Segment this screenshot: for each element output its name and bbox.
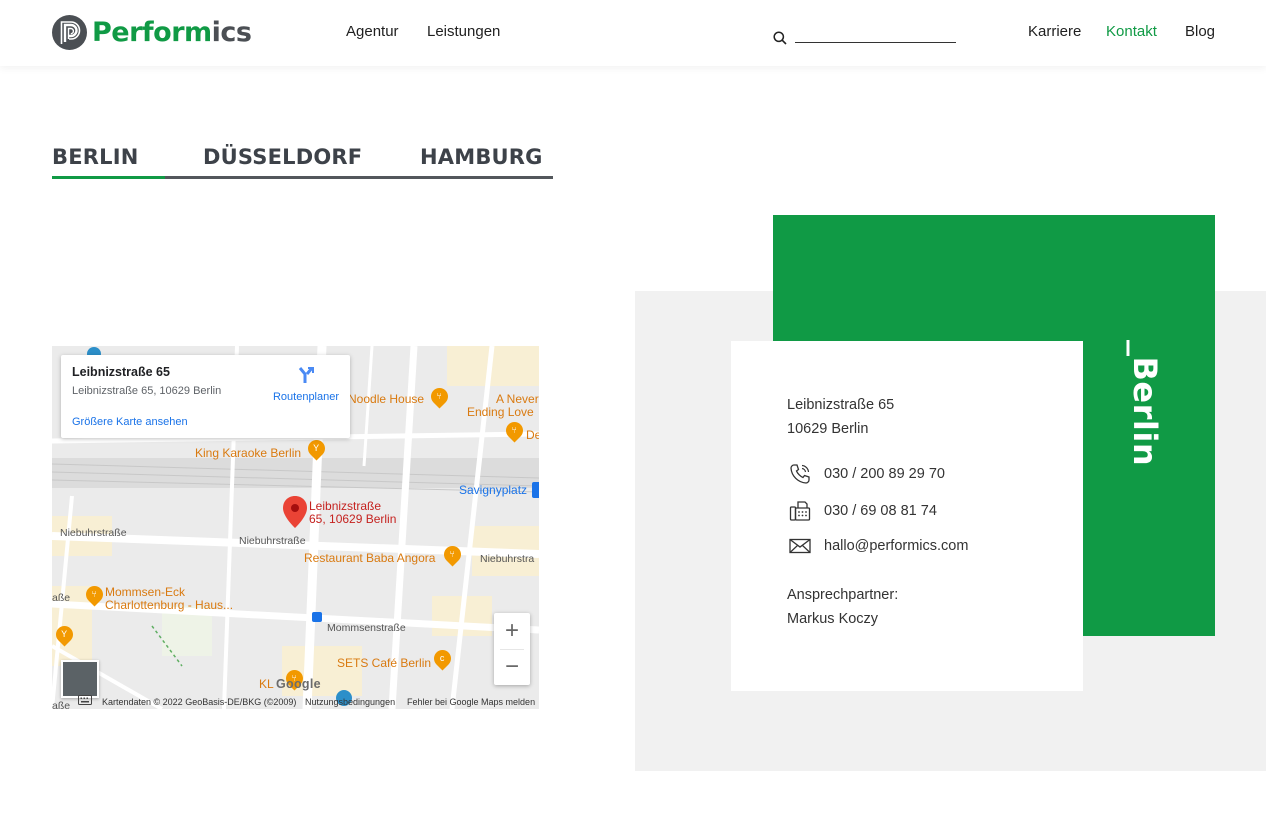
logo-mark-icon [52, 15, 87, 50]
contact-person-name: Markus Koczy [787, 611, 879, 627]
terms-link[interactable]: Nutzungsbedingungen [305, 697, 395, 707]
street-mommsenstrasse: Mommsenstraße [327, 622, 406, 634]
street-niebuhrstrasse-3: Niebuhrstra [480, 553, 535, 565]
poi-noodle-house[interactable]: Noodle House [348, 392, 424, 406]
nav-karriere[interactable]: Karriere [1028, 23, 1081, 40]
transit-savignyplatz[interactable]: Savignyplatz [459, 483, 527, 497]
contact-card: Leibnizstraße 65 10629 Berlin 030 / 200 … [731, 341, 1083, 691]
poi-sets-cafe[interactable]: SETS Café Berlin [337, 656, 431, 670]
fax-icon [787, 498, 813, 524]
route-planner-button[interactable]: Routenplaner [266, 366, 346, 403]
marker-label-line2: 65, 10629 Berlin [309, 512, 397, 526]
nav-agentur[interactable]: Agentur [346, 23, 399, 40]
mail-icon [787, 533, 813, 559]
street-niebuhrstrasse-2: Niebuhrstraße [239, 535, 306, 547]
contact-person: Ansprechpartner: Markus Koczy [787, 583, 898, 631]
poi-mommsen-eck[interactable]: Mommsen-Eck [105, 585, 185, 599]
route-planner-label: Routenplaner [272, 391, 340, 403]
fax-number: 030 / 69 08 81 74 [824, 503, 937, 519]
zoom-out-button[interactable]: − [494, 649, 530, 685]
map-footer: Kartendaten © 2022 GeoBasis-DE/BKG (©200… [52, 694, 539, 709]
directions-icon [298, 367, 314, 383]
info-card-address: Leibnizstraße 65, 10629 Berlin [72, 385, 222, 397]
street-niebuhrstrasse: Niebuhrstraße [60, 527, 127, 539]
nav-blog[interactable]: Blog [1185, 23, 1215, 40]
site-header: Performics Agentur Leistungen Karriere K… [0, 0, 1266, 66]
nav-leistungen[interactable]: Leistungen [427, 23, 500, 40]
email-row[interactable]: hallo@performics.com [787, 533, 968, 559]
poi-king-karaoke[interactable]: King Karaoke Berlin [195, 446, 301, 460]
map-attribution: Kartendaten © 2022 GeoBasis-DE/BKG (©200… [102, 697, 297, 707]
performics-logo[interactable]: Performics [52, 15, 252, 50]
poi-mommsen-eck-2[interactable]: Charlottenburg - Haus... [105, 598, 233, 612]
tab-berlin[interactable]: BERLIN [52, 145, 139, 169]
logo-text: Performics [92, 17, 252, 48]
google-logo: Google [276, 677, 321, 691]
larger-map-link[interactable]: Größere Karte ansehen [72, 416, 188, 428]
nav-kontakt[interactable]: Kontakt [1106, 23, 1157, 40]
satellite-toggle-button[interactable] [61, 660, 99, 698]
search-icon[interactable] [773, 31, 787, 45]
poi-never-ending-love[interactable]: A Never [496, 392, 539, 406]
poi-never-ending-love-2[interactable]: Ending Love [467, 405, 534, 419]
poi-de[interactable]: De [526, 428, 539, 442]
street-asse: aße [52, 592, 71, 604]
tab-hamburg[interactable]: HAMBURG [420, 145, 543, 169]
search-field[interactable] [773, 30, 957, 45]
address-city: 10629 Berlin [787, 421, 869, 437]
zoom-separator [500, 649, 524, 650]
phone-number[interactable]: 030 / 200 89 29 70 [824, 466, 945, 482]
address-street: Leibnizstraße 65 [787, 397, 895, 413]
location-tabs: BERLIN DÜSSELDORF HAMBURG [52, 143, 553, 179]
map-info-card: Leibnizstraße 65 Leibnizstraße 65, 10629… [61, 355, 350, 438]
search-input-underline[interactable] [795, 42, 956, 43]
contact-address: Leibnizstraße 65 10629 Berlin [787, 393, 894, 441]
keyboard-icon[interactable] [78, 695, 92, 707]
phone-row[interactable]: 030 / 200 89 29 70 [787, 461, 945, 487]
email-link[interactable]: hallo@performics.com [824, 538, 968, 554]
report-error-link[interactable]: Fehler bei Google Maps melden [407, 697, 535, 707]
google-map[interactable]: ⑂ ⑂ Y ⑂ ⑂ Y c ⑂ Noodle House A Never End… [52, 346, 539, 709]
city-heading: _Berlin [1124, 340, 1164, 480]
zoom-in-button[interactable]: + [494, 613, 530, 649]
fax-row: 030 / 69 08 81 74 [787, 498, 937, 524]
info-card-title: Leibnizstraße 65 [72, 365, 170, 379]
poi-restaurant-baba-angora[interactable]: Restaurant Baba Angora [304, 551, 435, 565]
city-heading-text: _Berlin [1126, 340, 1164, 467]
active-tab-indicator [52, 176, 165, 179]
contact-person-label: Ansprechpartner: [787, 587, 899, 603]
phone-icon [787, 461, 813, 487]
tab-duesseldorf[interactable]: DÜSSELDORF [203, 145, 362, 169]
zoom-controls: + − [494, 613, 530, 685]
